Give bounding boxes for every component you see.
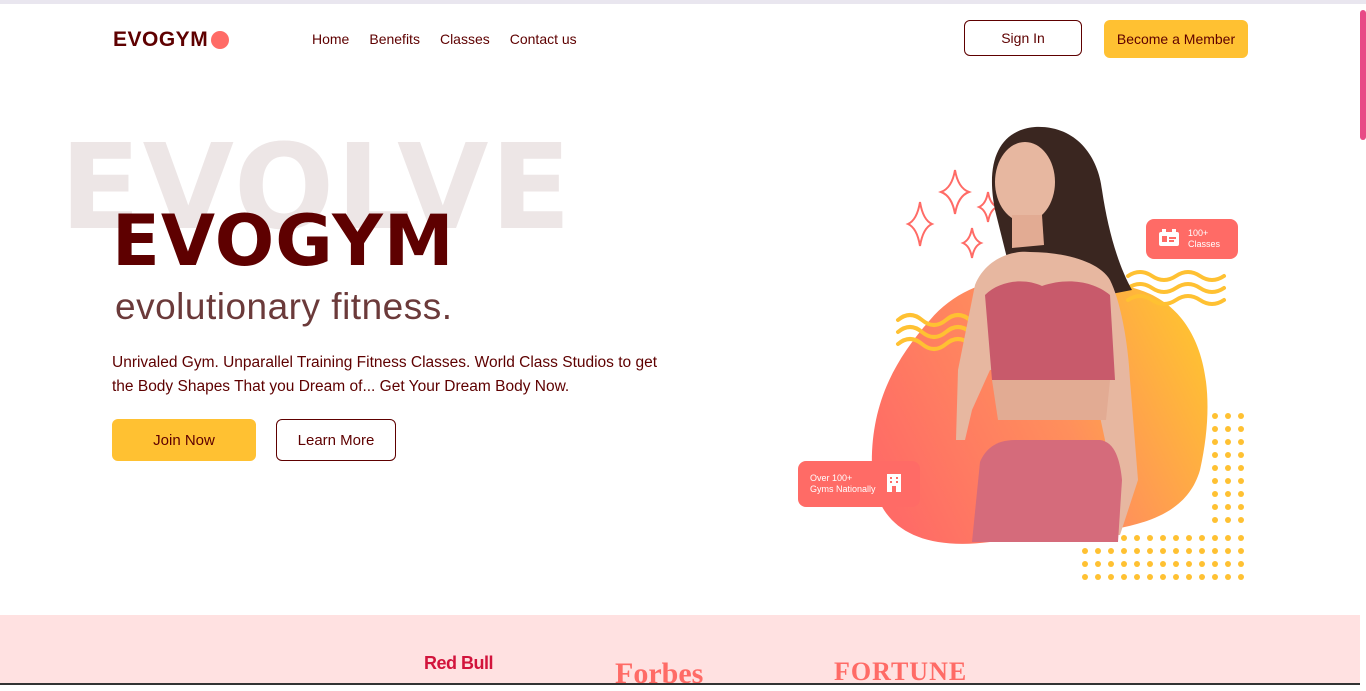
- hero-description: Unrivaled Gym. Unparallel Training Fitne…: [112, 354, 658, 395]
- hero-subtitle: evolutionary fitness.: [115, 286, 453, 327]
- nav-links: Home Benefits Classes Contact us: [312, 31, 577, 47]
- gyms-badge: Over 100+ Gyms Nationally: [798, 461, 920, 507]
- classes-badge: 100+ Classes: [1146, 219, 1238, 259]
- building-icon: [886, 473, 902, 495]
- sponsor-logo-forbes: Forbes: [615, 657, 704, 690]
- sponsor-logo-redbull: Red Bull: [424, 653, 494, 673]
- navbar: EVOGYM Home Benefits Classes Contact us …: [0, 4, 1360, 74]
- nav-link-contact[interactable]: Contact us: [510, 31, 577, 47]
- become-member-button[interactable]: Become a Member: [1104, 20, 1248, 58]
- gyms-label: Gyms Nationally: [810, 484, 876, 494]
- hero-illustration: [871, 126, 1244, 580]
- classes-label: Classes: [1188, 239, 1221, 249]
- athlete-figure: [956, 126, 1138, 542]
- hero-title: EVOGYM: [112, 200, 455, 282]
- join-now-button[interactable]: Join Now: [112, 419, 256, 461]
- sparkle-icons: [905, 169, 1000, 259]
- nav-link-benefits[interactable]: Benefits: [369, 31, 420, 47]
- scrollbar-thumb[interactable]: [1360, 10, 1366, 140]
- logo-dot: [211, 31, 230, 49]
- classes-count: 100+: [1188, 228, 1209, 238]
- nav-link-home[interactable]: Home: [312, 31, 349, 47]
- sign-in-button[interactable]: Sign In: [964, 20, 1082, 56]
- logo-text: EVOGYM: [113, 28, 209, 51]
- gyms-count: Over 100+: [810, 473, 853, 483]
- hero-image: 100+ Classes Over 100+ Gyms Nationally: [780, 80, 1260, 590]
- nav-link-classes[interactable]: Classes: [440, 31, 490, 47]
- logo[interactable]: EVOGYM: [113, 28, 230, 52]
- learn-more-button[interactable]: Learn More: [276, 419, 396, 461]
- id-card-icon: [1158, 228, 1180, 250]
- sponsors-bar: Red Bull Forbes FORTUNE: [0, 615, 1360, 690]
